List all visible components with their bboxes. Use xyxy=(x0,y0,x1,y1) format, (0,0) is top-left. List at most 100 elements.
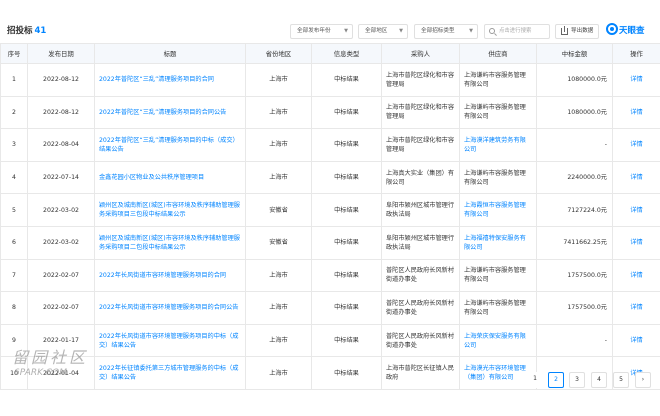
supplier-name[interactable]: 上海漠洋建筑劳务有限公司 xyxy=(464,137,526,153)
winning-amount: - xyxy=(604,141,607,149)
table-cell: 详情 xyxy=(612,193,660,227)
table-cell: - xyxy=(536,323,613,358)
table-cell: 上海市普陀区长征镇人民政府 xyxy=(381,356,460,390)
table-cell: 3 xyxy=(0,128,28,162)
tender-title-link[interactable]: 颖州区及城南新区(城区)市容环境及秩序辅助管理服务采购项目三包段中标结果公示 xyxy=(99,202,240,218)
publish-date: 2022-03-02 xyxy=(43,239,79,247)
table-cell: 1757500.0元 xyxy=(536,258,613,293)
table-row: 2 2022-08-12 2022年普陀区“三乱”清理服务项目的合同公告 上海市 中标结… xyxy=(0,95,660,130)
tender-title-link[interactable]: 2022年普陀区“三乱”清理服务项目的中标（成交）结果公告 xyxy=(99,137,239,153)
table-cell: 上海霞恒市容服务管理有限公司 xyxy=(459,193,537,227)
row-number: 1 xyxy=(12,76,16,84)
row-number: 2 xyxy=(12,108,16,116)
table-cell: 上海真大实业（集团）有限公司 xyxy=(381,160,460,195)
publish-date: 2022-08-12 xyxy=(43,108,79,116)
detail-link[interactable]: 详情 xyxy=(630,76,642,83)
tender-title-link[interactable]: 2022年普陀区“三乱”清理服务项目的合同公告 xyxy=(99,109,226,116)
tender-title-link[interactable]: 金鑫花园小区物业及公共秩序管理项目 xyxy=(99,174,204,181)
year-filter-label: 全部发布年份 xyxy=(297,28,331,34)
province-region: 上海市 xyxy=(269,174,288,182)
buyer-name: 上海市普陀区绿化和市容管理局 xyxy=(386,71,455,88)
supplier-name[interactable]: 上海漠光市容环境管理（集团）有限公司 xyxy=(464,365,526,381)
logo-text: 天眼查 xyxy=(619,26,645,36)
table-row: 5 2022-03-02 颖州区及城南新区(城区)市容环境及秩序辅助管理服务采购项目… xyxy=(0,193,660,227)
publish-date: 2022-08-12 xyxy=(43,76,79,84)
table-cell: 1080000.0元 xyxy=(536,95,613,130)
table-cell: 2022-08-12 xyxy=(27,95,95,130)
page-button-current[interactable]: 2 xyxy=(548,372,564,388)
detail-link[interactable]: 详情 xyxy=(630,174,642,181)
tender-title-link[interactable]: 颖州区及城南新区(城区)市容环境及秩序辅助管理服务采购项目二包段中标结果公示 xyxy=(99,235,240,251)
tender-title-link[interactable]: 2022年普陀区“三乱”清理服务项目的合同 xyxy=(99,76,214,83)
winning-amount: 1757500.0元 xyxy=(567,271,607,279)
page-button[interactable]: 3 xyxy=(569,372,585,388)
region-filter-dropdown[interactable]: 全部地区 ▼ xyxy=(358,24,408,39)
table-cell: 中标结果 xyxy=(311,95,382,130)
detail-link[interactable]: 详情 xyxy=(630,141,642,148)
buyer-name: 上海市普陀区绿化和市容管理局 xyxy=(386,104,455,121)
row-number: 5 xyxy=(12,206,16,214)
table-cell: 颖州区及城南新区(城区)市容环境及秩序辅助管理服务采购项目二包段中标结果公示 xyxy=(94,225,246,260)
table-cell: 中标结果 xyxy=(311,258,382,293)
table-cell: 详情 xyxy=(612,63,660,97)
year-filter-dropdown[interactable]: 全部发布年份 ▼ xyxy=(290,24,353,39)
type-filter-dropdown[interactable]: 全部招标类型 ▼ xyxy=(414,24,478,39)
supplier-name[interactable]: 上海福禧特保安服务有限公司 xyxy=(464,235,526,251)
tender-title-link[interactable]: 2022年长征镇委托第三方城市管理服务的中标（成交）结果公告 xyxy=(99,365,239,381)
column-header: 信息类型 xyxy=(311,43,382,64)
table-row: 7 2022-02-07 2022年长风街道市容环境管理服务项目的合同 上海市 中标结果… xyxy=(0,258,660,293)
buyer-name: 上海市普陀区长征镇人民政府 xyxy=(386,365,455,382)
table-cell: 详情 xyxy=(612,160,660,195)
tender-table: 序号 发布日期 标题 省份地区 信息类型 采购人 供应商 中标金额 操作 1 20… xyxy=(0,43,660,390)
column-header: 采购人 xyxy=(381,43,460,64)
table-cell: 2022-03-02 xyxy=(27,193,95,227)
table-header-row: 序号 发布日期 标题 省份地区 信息类型 采购人 供应商 中标金额 操作 xyxy=(0,43,660,64)
detail-link[interactable]: 详情 xyxy=(630,207,642,214)
info-type: 中标结果 xyxy=(334,108,359,116)
table-cell: 2022-02-07 xyxy=(27,291,95,325)
table-cell: 安徽省 xyxy=(245,225,312,260)
table-row: 4 2022-07-14 金鑫花园小区物业及公共秩序管理项目 上海市 中标结果 上海真大实… xyxy=(0,160,660,195)
page-button[interactable]: 4 xyxy=(591,372,607,388)
table-cell: 2022年长风街道市容环境管理服务项目的中标（成交）结果公告 xyxy=(94,323,246,358)
tender-title-link[interactable]: 2022年长风街道市容环境管理服务项目的中标（成交）结果公告 xyxy=(99,333,239,349)
table-cell: 普陀区人民政府长风新村街道办事处 xyxy=(381,291,460,325)
tender-title-link[interactable]: 2022年长风街道市容环境管理服务项目的合同 xyxy=(99,272,226,279)
publish-date: 2022-07-14 xyxy=(43,174,79,182)
table-cell: 2022年长征镇委托第三方城市管理服务的中标（成交）结果公告 xyxy=(94,356,246,390)
next-page-button[interactable]: › xyxy=(635,372,651,388)
supplier-name[interactable]: 上海霞恒市容服务管理有限公司 xyxy=(464,202,526,218)
table-cell: 上海市 xyxy=(245,128,312,162)
buyer-name: 阜阳市颍州区城市管理行政执法局 xyxy=(386,202,455,219)
detail-link[interactable]: 详情 xyxy=(630,239,642,246)
info-type: 中标结果 xyxy=(334,271,359,279)
table-cell: 中标结果 xyxy=(311,63,382,97)
table-cell: 2022年普陀区“三乱”清理服务项目的中标（成交）结果公告 xyxy=(94,128,246,162)
table-cell: 上海谦屿市容服务管理有限公司 xyxy=(459,63,537,97)
detail-link[interactable]: 详情 xyxy=(630,337,642,344)
detail-link[interactable]: 详情 xyxy=(630,272,642,279)
page-button[interactable]: 5 xyxy=(613,372,629,388)
tender-title-link[interactable]: 2022年长风街道市容环境管理服务项目的合同公告 xyxy=(99,304,239,311)
buyer-name: 上海真大实业（集团）有限公司 xyxy=(386,169,455,186)
table-cell: 上海漠洋建筑劳务有限公司 xyxy=(459,128,537,162)
watermark-text: 留园社区 xyxy=(12,348,89,367)
detail-link[interactable]: 详情 xyxy=(630,109,642,116)
table-cell: 阜阳市颍州区城市管理行政执法局 xyxy=(381,193,460,227)
province-region: 上海市 xyxy=(269,141,288,149)
province-region: 安徽省 xyxy=(269,206,288,214)
winning-amount: 1080000.0元 xyxy=(567,76,607,84)
province-region: 上海市 xyxy=(269,76,288,84)
table-cell: 2022-08-04 xyxy=(27,128,95,162)
row-number: 4 xyxy=(12,174,16,182)
info-type: 中标结果 xyxy=(334,239,359,247)
table-cell: 上海市普陀区绿化和市容管理局 xyxy=(381,95,460,130)
column-header: 省份地区 xyxy=(245,43,312,64)
table-cell: 中标结果 xyxy=(311,193,382,227)
supplier-name[interactable]: 上海荣庆保安服务有限公司 xyxy=(464,333,526,349)
export-data-button[interactable]: 导出数据 xyxy=(555,24,599,39)
page-button[interactable]: 1 xyxy=(527,372,543,388)
winning-amount: 1080000.0元 xyxy=(567,108,607,116)
detail-link[interactable]: 详情 xyxy=(630,304,642,311)
search-input[interactable]: 点击进行搜索 xyxy=(484,24,550,39)
